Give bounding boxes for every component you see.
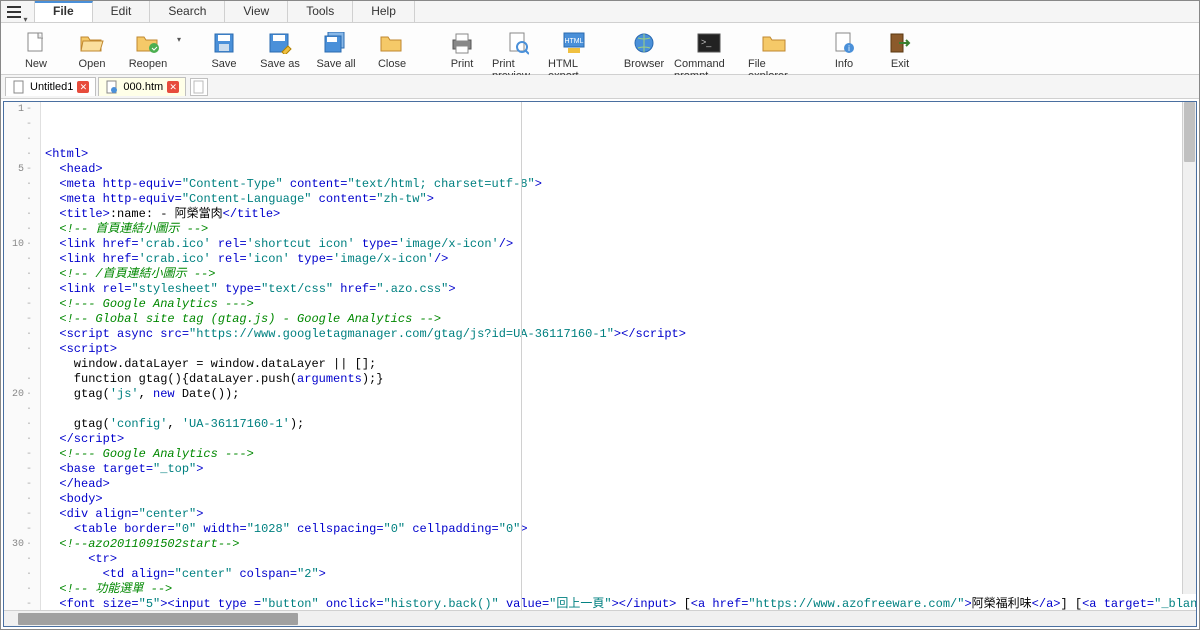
browser-button[interactable]: Browser bbox=[617, 27, 671, 73]
menu-help[interactable]: Help bbox=[353, 1, 415, 22]
printer-icon bbox=[448, 30, 476, 56]
menu-search[interactable]: Search bbox=[150, 1, 225, 22]
app-window: ▾ FileEditSearchViewToolsHelp New Open R… bbox=[0, 0, 1200, 630]
folder-icon bbox=[760, 30, 788, 56]
file-tab[interactable]: Untitled1✕ bbox=[5, 77, 96, 96]
open-button[interactable]: Open bbox=[65, 27, 119, 73]
new-file-icon bbox=[22, 30, 50, 56]
exit-icon bbox=[886, 30, 914, 56]
floppy-pencil-icon bbox=[266, 30, 294, 56]
folder-close-icon bbox=[378, 30, 406, 56]
saveas-button[interactable]: Save as bbox=[253, 27, 307, 73]
save-button[interactable]: Save bbox=[197, 27, 251, 73]
terminal-icon: >_ bbox=[695, 30, 723, 56]
floppy-multi-icon bbox=[322, 30, 350, 56]
info-icon: i bbox=[830, 30, 858, 56]
close-icon[interactable]: ✕ bbox=[77, 81, 89, 93]
info-button[interactable]: iInfo bbox=[817, 27, 871, 73]
menu-view[interactable]: View bbox=[225, 1, 288, 22]
vertical-scrollbar[interactable] bbox=[1182, 102, 1196, 594]
chevron-down-icon[interactable]: ▾ bbox=[177, 35, 181, 81]
new-button[interactable]: New bbox=[9, 27, 63, 73]
ruler bbox=[521, 102, 522, 610]
code-area[interactable]: <html> <head> <meta http-equiv="Content-… bbox=[41, 102, 1196, 610]
svg-text:>_: >_ bbox=[701, 37, 712, 47]
horizontal-scrollbar[interactable] bbox=[4, 610, 1196, 626]
code-editor[interactable]: 1--··5-····10····--···20····---·--30····… bbox=[4, 102, 1196, 610]
saveall-button[interactable]: Save all bbox=[309, 27, 363, 73]
hamburger-menu[interactable]: ▾ bbox=[1, 1, 35, 22]
new-tab-button[interactable] bbox=[190, 78, 208, 96]
editor: 1--··5-····10····--···20····---·--30····… bbox=[3, 101, 1197, 627]
globe-icon bbox=[630, 30, 658, 56]
close-button[interactable]: Close bbox=[365, 27, 419, 73]
page-magnify-icon bbox=[504, 30, 532, 56]
menu-edit[interactable]: Edit bbox=[93, 1, 151, 22]
folder-open-icon bbox=[78, 30, 106, 56]
gutter: 1--··5-····10····--···20····---·--30····… bbox=[4, 102, 41, 610]
menubar: ▾ FileEditSearchViewToolsHelp bbox=[1, 1, 1199, 23]
html-icon: HTML bbox=[560, 30, 588, 56]
svg-text:HTML: HTML bbox=[564, 38, 583, 45]
folder-reopen-icon bbox=[134, 30, 162, 56]
menu-file[interactable]: File bbox=[35, 1, 93, 22]
file-tab[interactable]: 000.htm✕ bbox=[98, 77, 186, 96]
menu-tools[interactable]: Tools bbox=[288, 1, 353, 22]
toolbar: New Open Reopen▾ Save Save as Save all C… bbox=[1, 23, 1199, 75]
chevron-down-icon: ▾ bbox=[23, 15, 27, 24]
close-icon[interactable]: ✕ bbox=[167, 81, 179, 93]
print-button[interactable]: Print bbox=[435, 27, 489, 73]
svg-text:i: i bbox=[848, 44, 850, 53]
reopen-button[interactable]: Reopen bbox=[121, 27, 175, 73]
exit-button[interactable]: Exit bbox=[873, 27, 927, 73]
floppy-icon bbox=[210, 30, 238, 56]
